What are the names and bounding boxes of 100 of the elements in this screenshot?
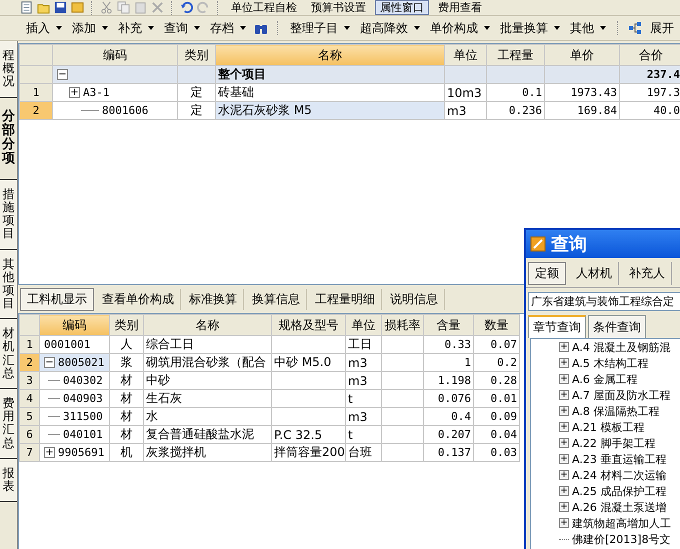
tree-item[interactable]: A.22 脚手架工程: [572, 436, 656, 450]
query-tab[interactable]: 章节查询: [528, 315, 586, 338]
new-document-icon[interactable]: [20, 1, 33, 14]
side-tab[interactable]: 费用汇总: [0, 389, 17, 459]
expand-toggle[interactable]: +: [559, 438, 569, 448]
table-cell: 040302: [63, 374, 103, 387]
table-cell: 0.28: [490, 374, 517, 387]
dropdown-menu[interactable]: 存档: [208, 18, 248, 38]
toolbar-button[interactable]: 单位工程自检: [226, 0, 302, 15]
detail-tab[interactable]: 换算信息: [246, 288, 307, 310]
paste-icon[interactable]: [134, 1, 147, 14]
undo-icon[interactable]: [180, 1, 193, 14]
dropdown-menu[interactable]: 查询: [162, 18, 202, 38]
toolbar-button[interactable]: 预算书设置: [306, 0, 371, 15]
detail-tab[interactable]: 工程量明细: [309, 288, 382, 310]
side-tab[interactable]: 材机汇总: [0, 319, 17, 389]
tree-item[interactable]: A.26 混凝土泵送增: [572, 500, 666, 514]
pencil-note-icon: [530, 236, 546, 252]
tree-item[interactable]: A.6 金属工程: [572, 372, 638, 386]
expand-toggle[interactable]: +: [559, 358, 569, 368]
dialog-tab[interactable]: 补充人: [623, 262, 672, 285]
expand-toggle[interactable]: +: [559, 502, 569, 512]
dropdown-menu[interactable]: 整理子目: [288, 18, 352, 38]
column-header[interactable]: 单位: [346, 314, 382, 336]
tree-item[interactable]: A.21 模板工程: [572, 420, 644, 434]
tree-item[interactable]: A.5 木结构工程: [572, 356, 648, 370]
table-cell: 311500: [63, 410, 103, 423]
tree-item[interactable]: A.23 垂直运输工程: [572, 452, 666, 466]
dropdown-menu[interactable]: 单价构成: [428, 18, 492, 38]
expand-toggle[interactable]: +: [559, 406, 569, 416]
column-header[interactable]: 编码: [52, 44, 178, 66]
table-cell: 台班: [348, 445, 372, 459]
table-cell: t: [348, 392, 353, 406]
box-icon[interactable]: [71, 1, 84, 14]
dropdown-menu[interactable]: 其他: [568, 18, 608, 38]
tree-icon[interactable]: [628, 21, 642, 35]
expand-toggle[interactable]: +: [559, 518, 569, 528]
detail-tab[interactable]: 查看单价构成: [96, 288, 181, 310]
expand-toggle[interactable]: +: [559, 374, 569, 384]
tree-item[interactable]: A.8 保温隔热工程: [572, 404, 660, 418]
copy-icon[interactable]: [117, 1, 130, 14]
column-header[interactable]: 含量: [424, 314, 474, 336]
expand-toggle[interactable]: −: [44, 357, 55, 368]
tree-item[interactable]: 佛建价[2013]8号文: [572, 532, 671, 546]
delete-icon[interactable]: [151, 1, 164, 14]
expand-toggle[interactable]: +: [559, 486, 569, 496]
tree-item[interactable]: A.24 材料二次运输: [572, 468, 666, 482]
column-header[interactable]: 规格及型号: [272, 314, 346, 336]
toolbar-button[interactable]: 费用查看: [433, 0, 487, 15]
table-cell: 砖基础: [218, 85, 254, 99]
query-tab[interactable]: 条件查询: [588, 315, 646, 338]
column-header[interactable]: 工程量: [486, 44, 544, 66]
cut-icon[interactable]: [100, 1, 113, 14]
expand-toggle[interactable]: +: [559, 390, 569, 400]
detail-tab[interactable]: 工料机显示: [20, 288, 94, 310]
dropdown-menu[interactable]: 超高降效: [358, 18, 422, 38]
dropdown-menu[interactable]: 插入: [24, 18, 64, 38]
expand-toggle[interactable]: +: [44, 447, 55, 458]
expand-toggle[interactable]: +: [559, 470, 569, 480]
dialog-tab[interactable]: 人材机: [570, 262, 619, 285]
table-cell: 0001001: [44, 338, 90, 351]
side-tab[interactable]: 程概况: [0, 41, 17, 98]
caret-icon: [344, 26, 350, 30]
side-tab[interactable]: 其他项目: [0, 250, 17, 320]
expand-toggle[interactable]: +: [69, 87, 80, 98]
table-cell: 灰浆搅拌机: [146, 445, 206, 459]
save-icon[interactable]: [54, 1, 67, 14]
dropdown-menu[interactable]: 补充: [116, 18, 156, 38]
expand-toggle[interactable]: +: [559, 454, 569, 464]
column-header[interactable]: 名称: [216, 44, 444, 66]
column-header[interactable]: 单位: [444, 44, 486, 66]
column-header[interactable]: 编码: [40, 314, 110, 336]
column-header[interactable]: 类别: [110, 314, 144, 336]
dropdown-menu[interactable]: 添加: [70, 18, 110, 38]
tree-item[interactable]: A.4 混凝土及钢筋混: [572, 340, 670, 354]
table-cell: 定: [190, 85, 202, 99]
column-header[interactable]: 合价: [620, 44, 680, 66]
column-header[interactable]: 名称: [144, 314, 272, 336]
detail-tab[interactable]: 标准换算: [183, 288, 244, 310]
side-tab[interactable]: 报表: [0, 458, 17, 502]
tree-item[interactable]: A.25 成品保护工程: [572, 484, 666, 498]
column-header[interactable]: 数量: [474, 314, 520, 336]
tree-item[interactable]: A.7 屋面及防水工程: [572, 388, 670, 402]
expand-button[interactable]: 展开: [648, 18, 676, 38]
side-tab[interactable]: 措施项目: [0, 180, 17, 250]
column-header[interactable]: 损耗率: [382, 314, 424, 336]
caret-icon: [240, 26, 246, 30]
table-cell: 综合工日: [146, 337, 194, 351]
toolbar-button[interactable]: 属性窗口: [375, 0, 429, 15]
tree-item[interactable]: 建筑物超高增加人工: [572, 516, 671, 530]
library-dropdown[interactable]: 广东省建筑与装饰工程综合定: [528, 292, 680, 311]
detail-tab[interactable]: 说明信息: [384, 288, 445, 310]
expand-toggle[interactable]: −: [57, 69, 68, 80]
column-header[interactable]: 类别: [178, 44, 216, 66]
column-header[interactable]: 单价: [544, 44, 620, 66]
table-cell: 拌筒容量200: [274, 445, 344, 459]
dialog-tab[interactable]: 定额: [528, 262, 566, 285]
dropdown-menu[interactable]: 批量换算: [498, 18, 562, 38]
expand-toggle[interactable]: +: [559, 422, 569, 432]
expand-toggle[interactable]: +: [559, 342, 569, 352]
